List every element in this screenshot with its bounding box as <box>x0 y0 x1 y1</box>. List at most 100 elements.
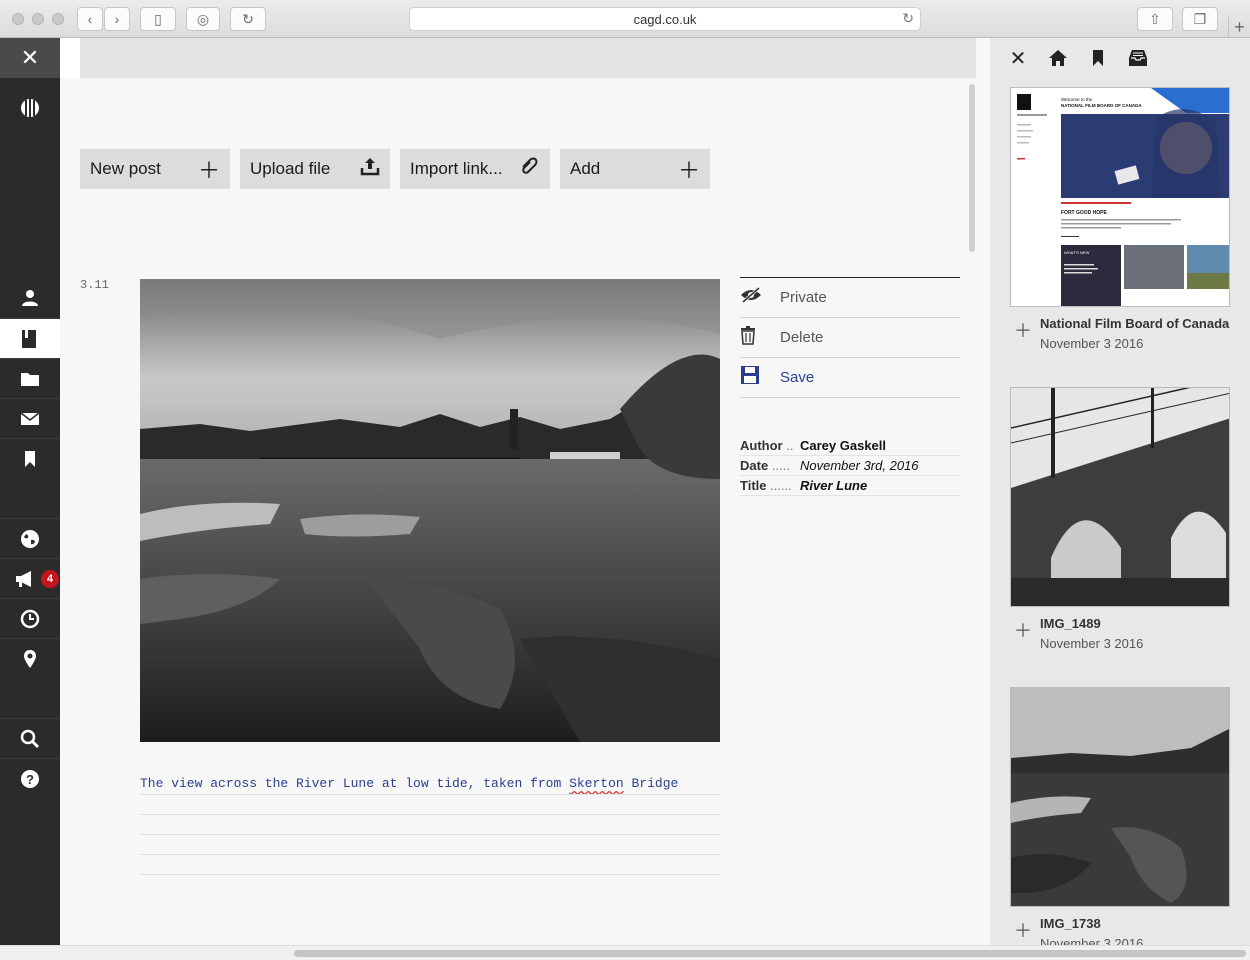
topbar-edge <box>60 38 80 78</box>
post-caption[interactable]: The view across the River Lune at low ti… <box>140 776 720 791</box>
window-zoom-button[interactable] <box>52 13 64 25</box>
add-item-icon[interactable]: ＋ <box>1014 317 1032 343</box>
close-icon[interactable]: ✕ <box>0 38 60 78</box>
clock-icon[interactable] <box>0 598 60 638</box>
floppy-disk-icon <box>740 365 780 390</box>
upload-file-button[interactable]: Upload file <box>240 149 390 189</box>
logo-icon[interactable] <box>0 88 60 128</box>
library-item-date: November 3 2016 <box>1040 636 1144 651</box>
location-pin-icon[interactable] <box>0 638 60 678</box>
megaphone-icon[interactable]: 4 <box>0 558 60 598</box>
meta-date-row[interactable]: Date ..... November 3rd, 2016 <box>740 456 960 476</box>
caption-text-start: The view across the River Lune at low ti… <box>140 776 570 791</box>
posts-icon[interactable] <box>0 318 60 358</box>
bookmark-icon[interactable] <box>0 438 60 478</box>
library-item-title[interactable]: IMG_1489 <box>1040 616 1101 631</box>
extension-icon[interactable]: ◎ <box>186 7 220 31</box>
nfb-welcome-text: Welcome to the <box>1061 97 1093 102</box>
date-dots: ..... <box>771 458 790 473</box>
user-icon[interactable] <box>0 278 60 318</box>
library-item-date: November 3 2016 <box>1040 336 1144 351</box>
author-value: Carey Gaskell <box>800 438 887 453</box>
library-item-title[interactable]: National Film Board of Canada <box>1040 316 1229 331</box>
author-key: Author <box>740 438 783 453</box>
delete-label: Delete <box>780 329 824 346</box>
caption-rule <box>140 794 720 795</box>
title-dots: ...... <box>770 478 792 493</box>
panel-toolbar: ✕ <box>1008 48 1148 70</box>
inbox-icon[interactable] <box>1128 48 1148 68</box>
help-icon[interactable]: ? <box>0 758 60 798</box>
new-tab-button[interactable]: + <box>1228 16 1250 38</box>
save-button[interactable]: Save <box>740 358 960 398</box>
back-icon[interactable]: ‹ <box>77 7 103 31</box>
left-sidebar: ✕ 4 ? <box>0 38 60 945</box>
close-icon[interactable]: ✕ <box>1008 48 1028 70</box>
title-value: River Lune <box>800 478 868 493</box>
caption-rule <box>140 834 720 835</box>
share-icon[interactable]: ⇧ <box>1137 7 1173 31</box>
svg-text:?: ? <box>26 772 34 787</box>
horizontal-scrollbar-thumb[interactable] <box>294 950 1246 957</box>
window-close-button[interactable] <box>12 13 24 25</box>
private-label: Private <box>780 289 827 306</box>
upload-icon <box>360 156 380 182</box>
date-value: November 3rd, 2016 <box>800 458 919 473</box>
nfb-org-text: NATIONAL FILM BOARD OF CANADA <box>1061 103 1142 108</box>
nfb-headline-text: FORT GOOD HOPE <box>1061 210 1108 216</box>
media-library-panel: ✕ Welcome to the NATIONAL FILM BOARD OF … <box>990 38 1250 945</box>
folder-icon[interactable] <box>0 358 60 398</box>
reload-small-icon[interactable]: ↻ <box>902 10 914 27</box>
nfb-section-text: WHAT'S NEW <box>1064 250 1090 255</box>
library-item-date: November 3 2016 <box>1040 936 1144 945</box>
home-icon[interactable] <box>1048 48 1068 68</box>
add-item-icon[interactable]: ＋ <box>1014 917 1032 943</box>
meta-author-row[interactable]: Author .. Carey Gaskell <box>740 436 960 456</box>
meta-title-row[interactable]: Title ...... River Lune <box>740 476 960 496</box>
reload-icon[interactable]: ↻ <box>230 7 266 31</box>
browser-toolbar: ‹ › ▯ ◎ ↻ cagd.co.uk ↻ ⇧ ❐ + <box>0 0 1250 38</box>
import-link-button[interactable]: Import link... <box>400 149 550 189</box>
eye-slash-icon <box>740 286 780 308</box>
post-metadata: Author .. Carey Gaskell Date ..... Novem… <box>740 436 960 496</box>
post-actions: Private Delete Save <box>740 277 960 398</box>
address-bar[interactable]: cagd.co.uk ↻ <box>409 7 921 31</box>
caption-rule <box>140 874 720 875</box>
url-text: cagd.co.uk <box>633 11 697 27</box>
title-key: Title <box>740 478 767 493</box>
caption-misspelled-word: Skerton <box>569 776 624 791</box>
sidebar-toggle-icon[interactable]: ▯ <box>140 7 176 31</box>
vertical-scrollbar[interactable] <box>969 84 975 252</box>
plus-icon: ＋ <box>197 158 220 183</box>
caption-rule <box>140 814 720 815</box>
mail-icon[interactable] <box>0 398 60 438</box>
delete-button[interactable]: Delete <box>740 318 960 358</box>
add-label: Add <box>570 159 601 178</box>
caption-rule <box>140 854 720 855</box>
new-post-button[interactable]: New post ＋ <box>80 149 230 189</box>
library-thumbnail[interactable]: Welcome to the NATIONAL FILM BOARD OF CA… <box>1010 87 1230 307</box>
main-content: New post ＋ Upload file Import link... Ad… <box>60 38 990 945</box>
search-icon[interactable] <box>0 718 60 758</box>
globe-icon[interactable] <box>0 518 60 558</box>
window-minimize-button[interactable] <box>32 13 44 25</box>
private-button[interactable]: Private <box>740 278 960 318</box>
top-bar <box>80 38 976 78</box>
notification-badge: 4 <box>41 570 59 588</box>
caption-text-end: Bridge <box>623 776 679 791</box>
horizontal-scrollbar[interactable] <box>0 945 1250 960</box>
post-number: 3.11 <box>80 278 109 292</box>
library-thumbnail[interactable] <box>1010 387 1230 607</box>
bookmark-icon[interactable] <box>1088 48 1108 68</box>
add-button[interactable]: Add ＋ <box>560 149 710 189</box>
library-item-title[interactable]: IMG_1738 <box>1040 916 1101 931</box>
date-key: Date <box>740 458 769 473</box>
upload-file-label: Upload file <box>250 159 331 178</box>
library-thumbnail[interactable] <box>1010 687 1230 907</box>
forward-icon[interactable]: › <box>104 7 130 31</box>
add-item-icon[interactable]: ＋ <box>1014 617 1032 643</box>
tabs-overview-icon[interactable]: ❐ <box>1182 7 1218 31</box>
post-image[interactable] <box>140 279 720 742</box>
import-link-label: Import link... <box>410 159 503 178</box>
new-post-label: New post <box>90 159 161 178</box>
